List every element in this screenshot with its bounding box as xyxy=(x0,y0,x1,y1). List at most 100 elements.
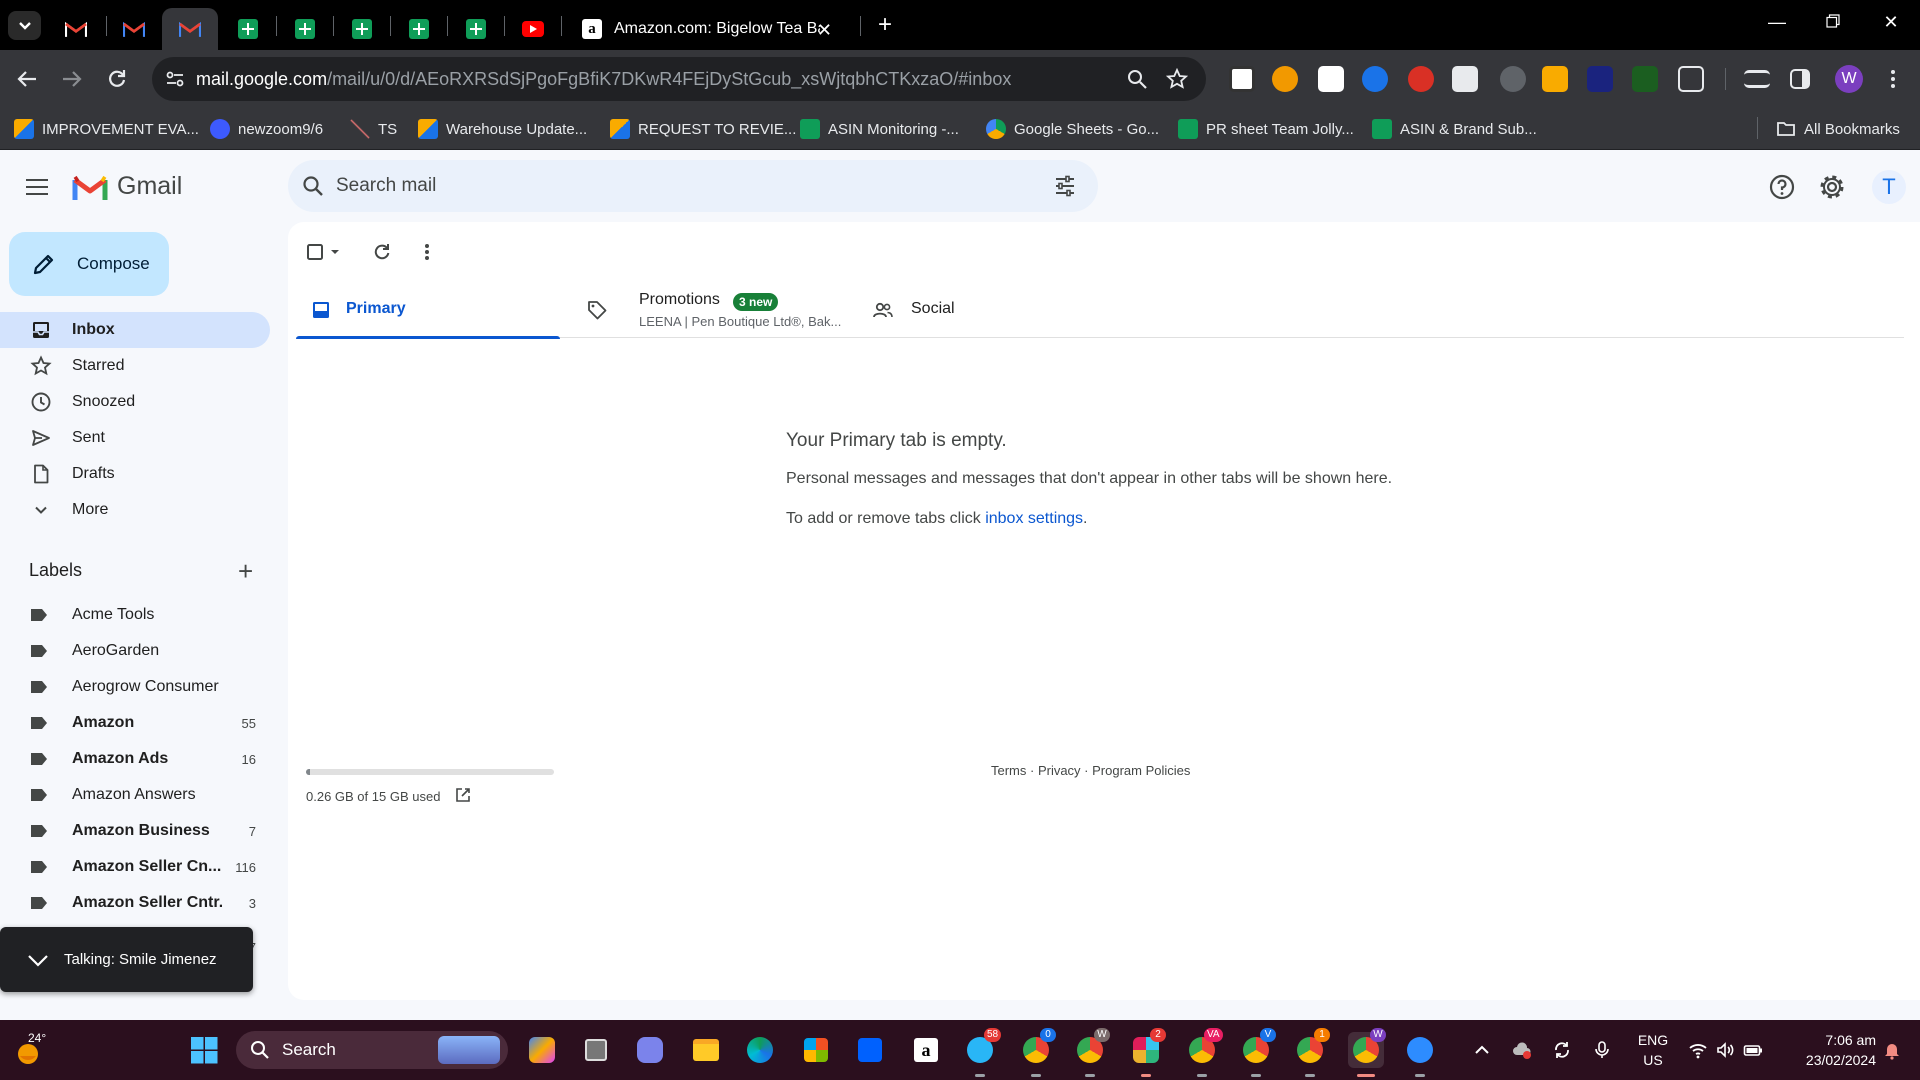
tab-search-dropdown-button[interactable] xyxy=(8,11,41,40)
extension-blue-icon[interactable] xyxy=(1362,66,1388,92)
close-tab-icon[interactable]: ✕ xyxy=(817,20,832,41)
bookmark-item[interactable]: ASIN & Brand Sub... xyxy=(1372,116,1537,142)
nav-drafts[interactable]: Drafts xyxy=(0,456,270,492)
reload-button[interactable] xyxy=(102,64,132,94)
browser-menu-button[interactable] xyxy=(1878,64,1908,94)
label-item[interactable]: Amazon Ads 16 xyxy=(0,741,270,777)
tab-social[interactable]: Social xyxy=(844,282,1128,338)
compose-button[interactable]: Compose xyxy=(9,232,169,296)
pinned-tab-sheets-5[interactable] xyxy=(448,8,504,50)
taskbar-app-copilot[interactable] xyxy=(524,1032,560,1068)
back-button[interactable] xyxy=(12,64,42,94)
open-in-new-icon[interactable] xyxy=(454,786,472,804)
all-bookmarks-button[interactable]: All Bookmarks xyxy=(1776,116,1900,142)
restore-button[interactable] xyxy=(1818,12,1848,33)
qr-extension-icon[interactable] xyxy=(1229,66,1255,92)
start-button[interactable] xyxy=(186,1032,222,1068)
label-item[interactable]: Amazon Seller Cntr... 3 xyxy=(0,885,270,921)
extensions-puzzle-icon[interactable] xyxy=(1678,66,1704,92)
pinned-tab-sheets-2[interactable] xyxy=(277,8,333,50)
pinned-tab-sheets-3[interactable] xyxy=(334,8,390,50)
bookmark-item[interactable]: Warehouse Update... xyxy=(418,116,587,142)
nav-snoozed[interactable]: Snoozed xyxy=(0,384,270,420)
bookmark-item[interactable]: Google Sheets - Go... xyxy=(986,116,1159,142)
zoom-magnifier-icon[interactable] xyxy=(1126,68,1148,90)
search-options-icon[interactable] xyxy=(1054,175,1076,197)
label-item[interactable]: Amazon Business 7 xyxy=(0,813,270,849)
chevron-down-icon[interactable] xyxy=(26,948,50,972)
pinned-tab-sheets-4[interactable] xyxy=(391,8,447,50)
label-item[interactable]: Acme Tools xyxy=(0,597,270,633)
bookmark-item[interactable]: IMPROVEMENT EVA... xyxy=(14,116,199,142)
extension-off-icon[interactable] xyxy=(1500,66,1526,92)
nav-more[interactable]: More xyxy=(0,492,270,528)
taskbar-app-file-explorer[interactable] xyxy=(688,1032,724,1068)
taskbar-app-task-view[interactable] xyxy=(578,1032,614,1068)
talking-notification[interactable]: Talking: Smile Jimenez xyxy=(0,927,253,992)
settings-gear-icon[interactable] xyxy=(1817,172,1847,202)
battery-icon[interactable] xyxy=(1743,1040,1763,1060)
bookmark-item[interactable]: ASIN Monitoring -... xyxy=(800,116,959,142)
taskbar-app-teams[interactable] xyxy=(632,1032,668,1068)
address-bar[interactable]: mail.google.com/mail/u/0/d/AEoRXRSdSjPgo… xyxy=(152,57,1206,101)
new-tab-button[interactable]: + xyxy=(870,11,900,39)
site-settings-icon[interactable] xyxy=(164,68,186,90)
notification-bell-icon[interactable] xyxy=(1882,1040,1902,1060)
extension-f-icon[interactable] xyxy=(1587,66,1613,92)
pinned-tab-gmail-2[interactable] xyxy=(106,8,162,50)
label-item[interactable]: Aerogrow Consumer Se... xyxy=(0,669,270,705)
create-label-button[interactable]: + xyxy=(238,556,253,587)
cloud-error-icon[interactable] xyxy=(1512,1040,1532,1060)
extension-orange-icon[interactable] xyxy=(1272,66,1298,92)
media-controls-icon[interactable] xyxy=(1744,70,1770,88)
pokeball-extension-icon[interactable] xyxy=(1408,66,1434,92)
footer-links[interactable]: Terms · Privacy · Program Policies xyxy=(991,763,1190,778)
chevron-up-icon[interactable] xyxy=(1472,1040,1492,1060)
minimize-button[interactable]: — xyxy=(1762,12,1792,33)
label-item[interactable]: Amazon 55 xyxy=(0,705,270,741)
side-panel-icon[interactable] xyxy=(1790,69,1810,89)
inbox-settings-link[interactable]: inbox settings xyxy=(985,510,1083,527)
browser-profile-avatar[interactable]: W xyxy=(1835,65,1863,93)
help-icon[interactable] xyxy=(1767,172,1797,202)
pinned-tab-gmail-active[interactable] xyxy=(162,8,218,50)
pinned-tab-youtube[interactable] xyxy=(505,8,561,50)
taskbar-app-store[interactable] xyxy=(798,1032,834,1068)
sync-icon[interactable] xyxy=(1552,1040,1572,1060)
input-language-indicator[interactable]: ENG US xyxy=(1636,1030,1670,1070)
taskbar-app-edge[interactable] xyxy=(742,1032,778,1068)
label-item[interactable]: Amazon Seller Cn... 116 xyxy=(0,849,270,885)
extension-s-icon[interactable] xyxy=(1632,66,1658,92)
bookmark-star-icon[interactable] xyxy=(1166,68,1188,90)
ascout-extension-icon[interactable] xyxy=(1542,66,1568,92)
close-window-button[interactable]: ✕ xyxy=(1876,12,1906,33)
select-all-checkbox[interactable] xyxy=(306,240,346,264)
tab-primary[interactable]: Primary xyxy=(296,282,560,339)
label-item[interactable]: AeroGarden xyxy=(0,633,270,669)
pinned-tab-sheets-1[interactable] xyxy=(220,8,276,50)
bookmark-item[interactable]: PR sheet Team Jolly... xyxy=(1178,116,1354,142)
label-item[interactable]: Amazon Answers xyxy=(0,777,270,813)
taskbar-app-zoom[interactable] xyxy=(1402,1032,1438,1068)
tab-amazon[interactable]: a Amazon.com: Bigelow Tea Bags ✕ xyxy=(562,8,842,50)
pinned-tab-gmail-1[interactable] xyxy=(48,8,104,50)
search-input[interactable] xyxy=(336,160,1016,212)
bookmark-item[interactable]: REQUEST TO REVIE... xyxy=(610,116,796,142)
taskbar-search-box[interactable]: Search xyxy=(236,1031,508,1069)
refresh-button[interactable] xyxy=(372,240,392,264)
wifi-icon[interactable] xyxy=(1688,1040,1708,1060)
extension-white-icon[interactable] xyxy=(1318,66,1344,92)
bookmark-item[interactable]: TS xyxy=(350,116,397,142)
extension-notes-icon[interactable] xyxy=(1452,66,1478,92)
main-menu-button[interactable] xyxy=(26,174,54,202)
microphone-icon[interactable] xyxy=(1592,1040,1612,1060)
bookmark-item[interactable]: newzoom9/6 xyxy=(210,116,323,142)
taskbar-app-amazon[interactable]: a xyxy=(908,1032,944,1068)
nav-starred[interactable]: Starred xyxy=(0,348,270,384)
nav-sent[interactable]: Sent xyxy=(0,420,270,456)
volume-icon[interactable] xyxy=(1715,1040,1735,1060)
search-icon[interactable] xyxy=(302,175,324,197)
tab-promotions[interactable]: Promotions xyxy=(560,282,844,338)
nav-inbox[interactable]: Inbox xyxy=(0,312,270,348)
account-avatar[interactable]: T xyxy=(1872,170,1906,204)
